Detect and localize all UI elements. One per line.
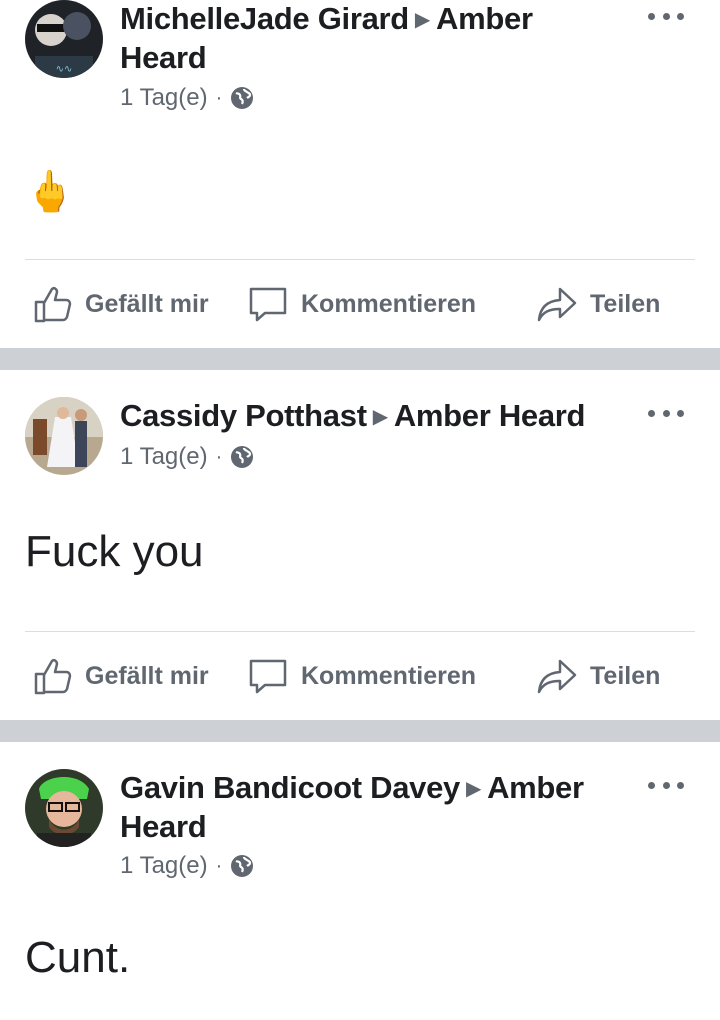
- comment-button[interactable]: Kommentieren: [247, 656, 476, 696]
- author-avatar[interactable]: ∿∿: [25, 0, 103, 78]
- post-2: Cassidy Potthast ▶ Amber Heard 1 Tag(e) · …: [0, 370, 720, 720]
- post-timestamp[interactable]: 1 Tag(e): [120, 852, 208, 880]
- arrow-right-icon: ▶: [372, 406, 388, 428]
- post-divider: [25, 259, 695, 260]
- more-options-icon[interactable]: [648, 10, 684, 22]
- meta-separator: ·: [215, 855, 223, 877]
- share-button[interactable]: Teilen: [536, 284, 660, 324]
- post-content: Fuck you: [25, 527, 204, 576]
- post-author-line: MichelleJade Girard ▶ Amber Heard: [120, 0, 560, 77]
- globe-icon: [231, 446, 254, 468]
- share-button[interactable]: Teilen: [536, 656, 660, 696]
- author-avatar[interactable]: [25, 397, 103, 475]
- post-meta: 1 Tag(e) ·: [120, 852, 254, 880]
- svg-text:∿∿: ∿∿: [56, 64, 73, 75]
- post-separator: [0, 720, 720, 742]
- like-button[interactable]: Gefällt mir: [33, 284, 209, 324]
- post-timestamp[interactable]: 1 Tag(e): [120, 84, 208, 112]
- like-button[interactable]: Gefällt mir: [33, 656, 209, 696]
- author-name-link[interactable]: MichelleJade Girard: [120, 1, 409, 36]
- meta-separator: ·: [215, 446, 223, 468]
- author-avatar[interactable]: [25, 769, 103, 847]
- comment-bubble-icon: [249, 287, 287, 322]
- like-label: Gefällt mir: [85, 661, 209, 690]
- more-options-icon[interactable]: [648, 407, 684, 419]
- post-content: 🖕: [25, 170, 75, 214]
- author-name-link[interactable]: Gavin Bandicoot Davey: [120, 770, 460, 805]
- like-label: Gefällt mir: [85, 289, 209, 318]
- post-timestamp[interactable]: 1 Tag(e): [120, 443, 208, 471]
- comment-bubble-icon: [249, 659, 287, 694]
- share-label: Teilen: [590, 289, 661, 318]
- thumbs-up-icon: [34, 658, 72, 695]
- more-options-icon[interactable]: [648, 779, 684, 791]
- thumbs-up-icon: [34, 286, 72, 323]
- globe-icon: [231, 87, 254, 109]
- author-name-link[interactable]: Cassidy Potthast: [120, 398, 367, 433]
- post-1: ∿∿ MichelleJade Girard ▶ Amber Heard 1 Tag…: [0, 0, 720, 348]
- post-divider: [25, 631, 695, 632]
- post-author-line: Cassidy Potthast ▶ Amber Heard: [120, 397, 640, 436]
- post-actions: Gefällt mir Kommentieren Teilen: [0, 656, 720, 696]
- meta-separator: ·: [215, 87, 223, 109]
- comment-label: Kommentieren: [301, 289, 477, 318]
- share-arrow-icon: [537, 659, 577, 694]
- post-separator: [0, 348, 720, 370]
- comment-label: Kommentieren: [301, 661, 477, 690]
- comment-button[interactable]: Kommentieren: [247, 284, 476, 324]
- post-content: Cunt.: [25, 933, 131, 982]
- globe-icon: [231, 855, 254, 877]
- share-label: Teilen: [590, 661, 661, 690]
- post-actions: Gefällt mir Kommentieren Teilen: [0, 284, 720, 324]
- arrow-right-icon: ▶: [465, 778, 482, 800]
- share-arrow-icon: [537, 287, 577, 322]
- post-meta: 1 Tag(e) ·: [120, 443, 254, 471]
- post-author-line: Gavin Bandicoot Davey ▶ Amber Heard: [120, 769, 610, 846]
- post-3: Gavin Bandicoot Davey ▶ Amber Heard 1 Tag(…: [0, 742, 720, 1020]
- target-name-link[interactable]: Amber Heard: [394, 398, 586, 433]
- arrow-right-icon: ▶: [414, 9, 431, 31]
- post-meta: 1 Tag(e) ·: [120, 84, 254, 112]
